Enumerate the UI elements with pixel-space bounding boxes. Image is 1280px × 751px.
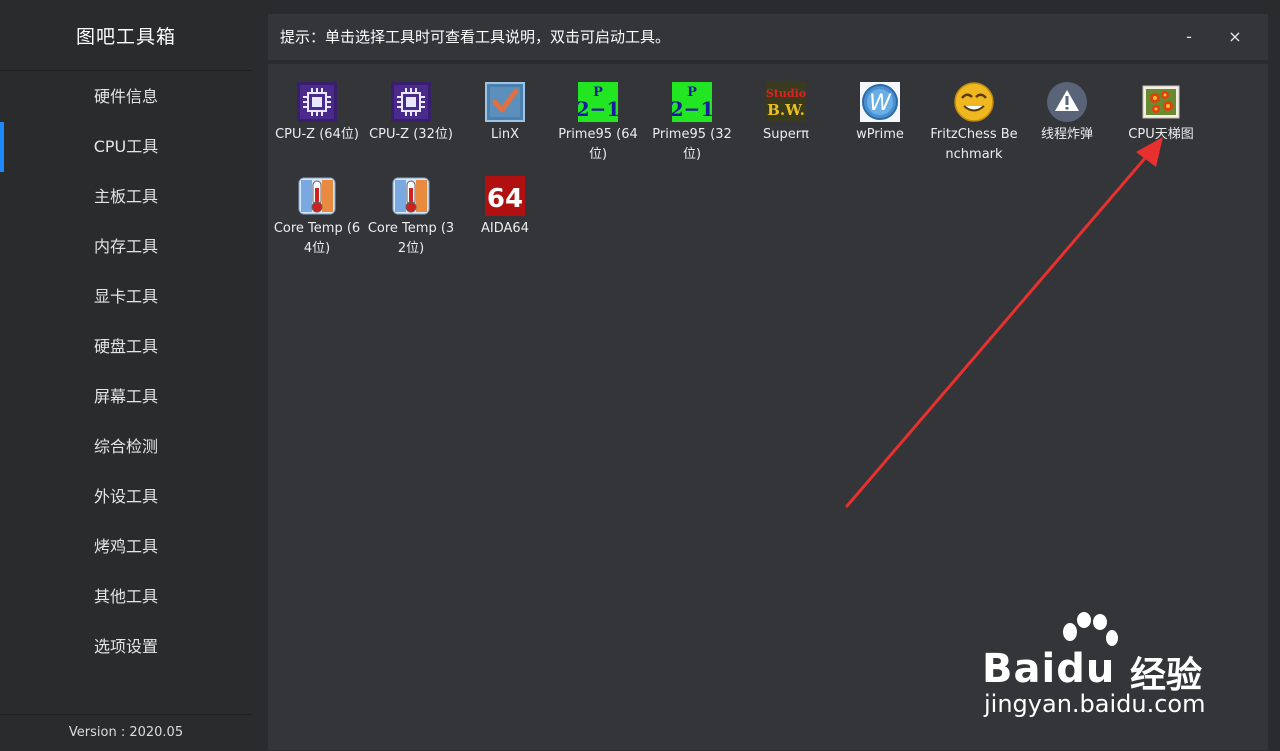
- tool-label: Core Temp (32位): [367, 221, 455, 256]
- svg-text:Studio: Studio: [766, 87, 806, 100]
- tool-label: CPU天梯图: [1128, 127, 1194, 142]
- tool-linx[interactable]: LinX: [458, 82, 552, 145]
- tool-prime95-64[interactable]: P 2−1 Prime95 (64位): [551, 82, 645, 165]
- tool-wprime[interactable]: W wPrime: [833, 82, 927, 145]
- tool-label: Core Temp (64位): [273, 221, 361, 256]
- tool-label: FritzChess Benchmark: [930, 127, 1018, 162]
- tool-fritzchess[interactable]: FritzChess Benchmark: [927, 82, 1021, 165]
- warning-icon: [1047, 82, 1087, 122]
- tool-cpuz-32[interactable]: CPU-Z (32位): [364, 82, 458, 145]
- tool-coretemp-32[interactable]: Core Temp (32位): [364, 176, 458, 259]
- linx-checkbox-icon: [485, 82, 525, 122]
- cpu-z-icon: [297, 82, 337, 122]
- tool-superpi[interactable]: Studio B.W. Superπ: [739, 82, 833, 145]
- tool-label: Superπ: [763, 127, 809, 142]
- prime95-icon: P 2−1: [670, 82, 714, 122]
- close-button[interactable]: ×: [1222, 24, 1248, 50]
- sidebar-item-other-tools[interactable]: 其他工具: [0, 572, 252, 622]
- tool-aida64[interactable]: 64 AIDA64: [458, 176, 552, 239]
- tool-label: AIDA64: [481, 221, 529, 236]
- svg-text:2−1: 2−1: [672, 97, 712, 121]
- cpu-z-icon: [391, 82, 431, 122]
- sidebar: 图吧工具箱 硬件信息 CPU工具 主板工具 内存工具 显卡工具 硬盘工具 屏幕工…: [0, 0, 252, 750]
- sidebar-item-comprehensive-test[interactable]: 综合检测: [0, 422, 252, 472]
- sidebar-item-hardware-info[interactable]: 硬件信息: [0, 72, 252, 122]
- sidebar-item-disk-tools[interactable]: 硬盘工具: [0, 322, 252, 372]
- tool-label: Prime95 (32位): [652, 127, 732, 162]
- svg-text:B.W.: B.W.: [767, 101, 805, 119]
- sidebar-item-settings[interactable]: 选项设置: [0, 622, 252, 672]
- tool-thread-bomb[interactable]: 线程炸弹: [1020, 82, 1114, 145]
- sidebar-item-memory-tools[interactable]: 内存工具: [0, 222, 252, 272]
- tool-label: wPrime: [856, 127, 904, 142]
- app-title: 图吧工具箱: [0, 0, 252, 71]
- tool-label: 线程炸弹: [1040, 127, 1093, 142]
- prime95-icon: P 2−1: [576, 82, 620, 122]
- tool-panel: CPU-Z (64位) CPU-Z (32位) LinX P 2−1 Prime…: [268, 64, 1268, 750]
- sidebar-item-stress-tools[interactable]: 烤鸡工具: [0, 522, 252, 572]
- sidebar-item-peripheral-tools[interactable]: 外设工具: [0, 472, 252, 522]
- version-label: Version : 2020.05: [0, 714, 252, 750]
- superpi-icon: Studio B.W.: [766, 82, 806, 122]
- thermometer-icon: [391, 176, 431, 216]
- hint-bar: 提示：单击选择工具时可查看工具说明，双击可启动工具。 - ×: [268, 14, 1268, 60]
- flower-image-icon: [1141, 82, 1181, 122]
- svg-text:64: 64: [487, 184, 523, 214]
- main-area: 提示：单击选择工具时可查看工具说明，双击可启动工具。 - × CPU-Z (64…: [252, 0, 1280, 750]
- fritz-smiley-icon: [954, 82, 994, 122]
- sidebar-item-gpu-tools[interactable]: 显卡工具: [0, 272, 252, 322]
- sidebar-item-screen-tools[interactable]: 屏幕工具: [0, 372, 252, 422]
- svg-text:2−1: 2−1: [578, 97, 618, 121]
- thermometer-icon: [297, 176, 337, 216]
- hint-text: 提示：单击选择工具时可查看工具说明，双击可启动工具。: [280, 28, 671, 46]
- tool-label: LinX: [491, 127, 519, 142]
- tool-prime95-32[interactable]: P 2−1 Prime95 (32位): [645, 82, 739, 165]
- sidebar-nav: 硬件信息 CPU工具 主板工具 内存工具 显卡工具 硬盘工具 屏幕工具 综合检测…: [0, 72, 252, 672]
- sidebar-item-motherboard-tools[interactable]: 主板工具: [0, 172, 252, 222]
- aida64-icon: 64: [485, 176, 525, 216]
- tool-label: Prime95 (64位): [558, 127, 638, 162]
- tool-coretemp-64[interactable]: Core Temp (64位): [270, 176, 364, 259]
- tool-cpuz-64[interactable]: CPU-Z (64位): [270, 82, 364, 145]
- minimize-button[interactable]: -: [1176, 24, 1202, 50]
- wprime-icon: W: [860, 82, 900, 122]
- svg-text:W: W: [869, 91, 892, 116]
- tool-label: CPU-Z (64位): [275, 127, 359, 142]
- sidebar-item-cpu-tools[interactable]: CPU工具: [0, 122, 252, 172]
- tool-label: CPU-Z (32位): [369, 127, 453, 142]
- tool-cpu-ladder[interactable]: CPU天梯图: [1114, 82, 1208, 145]
